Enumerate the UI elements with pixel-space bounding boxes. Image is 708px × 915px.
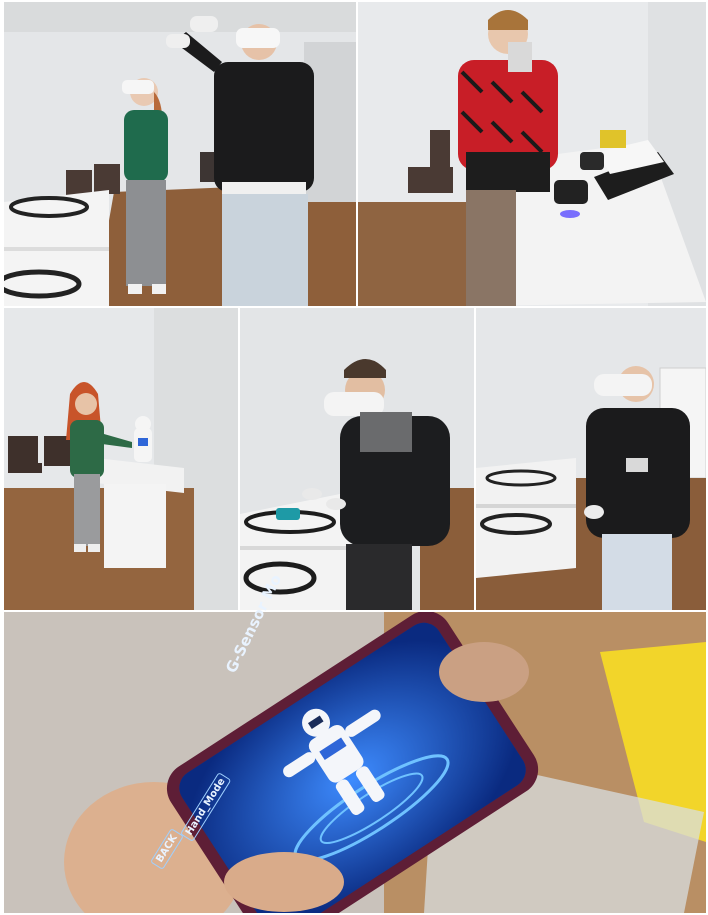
photo-humanoid-robot-table <box>4 308 238 610</box>
photo-collage: G-Sensor Mo Hand_Mode BACK <box>0 0 708 915</box>
photo-vr-student-jacket <box>476 308 706 610</box>
photo-vr-student-track-table <box>240 308 474 610</box>
photo-vr-pair-room <box>4 2 356 306</box>
photo-robot-car-demo <box>358 2 706 306</box>
photo-phone-robot-app <box>4 612 706 913</box>
